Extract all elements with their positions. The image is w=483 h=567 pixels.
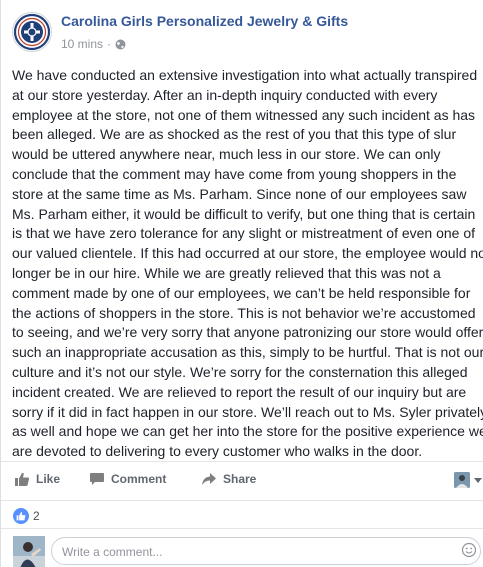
page-logo-avatar[interactable] bbox=[12, 12, 52, 52]
comment-label: Comment bbox=[111, 472, 167, 486]
post-meta: 10 mins · bbox=[61, 37, 126, 51]
comment-input[interactable] bbox=[60, 542, 454, 562]
globe-icon[interactable] bbox=[115, 39, 126, 50]
post-text-line: the actions of shoppers in the store. Th… bbox=[12, 304, 476, 321]
commenter-avatar bbox=[13, 536, 45, 567]
post-timestamp[interactable]: 10 mins bbox=[61, 37, 103, 51]
share-label: Share bbox=[223, 472, 257, 486]
like-button[interactable]: Like bbox=[14, 471, 60, 487]
post-text-line: culture and it’s not our style. We’re so… bbox=[12, 363, 468, 380]
post-text-line: to seeing, and we’re very sorry that any… bbox=[12, 324, 483, 341]
post-text-line: Ms. Parham either, it would be difficult… bbox=[12, 205, 476, 222]
post-as-selector[interactable] bbox=[454, 472, 482, 488]
post-text-line: conclude that the comment may have come … bbox=[12, 165, 457, 182]
meta-separator: · bbox=[107, 37, 112, 51]
reaction-count: 2 bbox=[33, 509, 40, 523]
post-action-bar: Like Comment Share bbox=[1, 461, 483, 501]
post-text-line: such an inappropriate accusation as this… bbox=[12, 344, 483, 361]
comment-button[interactable]: Comment bbox=[89, 471, 166, 487]
post-text-line: been alleged. We are as shocked as the r… bbox=[12, 126, 457, 143]
user-avatar-small bbox=[454, 472, 470, 488]
facebook-post-card: Carolina Girls Personalized Jewelry & Gi… bbox=[0, 0, 483, 567]
share-arrow-icon bbox=[202, 473, 216, 485]
post-text-line: comment made by one of our employees, we… bbox=[12, 284, 471, 301]
like-reaction-icon bbox=[13, 508, 29, 524]
post-text-line: at our store yesterday. After an in-dept… bbox=[12, 86, 438, 103]
post-text-line: incident created. We are relieved to rep… bbox=[12, 383, 467, 400]
post-text-line: would be uttered anywhere near, much les… bbox=[12, 146, 441, 163]
post-header: Carolina Girls Personalized Jewelry & Gi… bbox=[1, 0, 483, 62]
post-text-line: as well and hope we can get her into the… bbox=[12, 423, 483, 440]
post-text-line: We have conducted an extensive investiga… bbox=[12, 67, 478, 83]
post-text-line: is that we have zero tolerance for any s… bbox=[12, 225, 476, 242]
thumbs-up-icon bbox=[15, 472, 30, 486]
share-button[interactable]: Share bbox=[201, 471, 256, 487]
post-body-text: We have conducted an extensive investiga… bbox=[12, 66, 483, 462]
comment-bubble-icon bbox=[90, 473, 104, 485]
post-text-line: store at the same time as Ms. Parham. Si… bbox=[12, 185, 467, 202]
post-text-line: sorry if it did in fact happen in our st… bbox=[12, 403, 483, 420]
post-text-line: longer be in our hire. While we are grea… bbox=[12, 264, 441, 281]
chevron-down-icon bbox=[474, 477, 482, 483]
like-label: Like bbox=[36, 472, 61, 486]
emoji-icon[interactable] bbox=[461, 542, 477, 558]
comment-composer bbox=[1, 528, 483, 567]
post-text-line: are devoted to delivering to every custo… bbox=[12, 443, 423, 460]
reaction-summary[interactable]: 2 bbox=[13, 508, 40, 524]
post-text-line: our valued clientele. If this had occurr… bbox=[12, 245, 483, 262]
comment-input-box[interactable] bbox=[51, 537, 481, 565]
page-name-link[interactable]: Carolina Girls Personalized Jewelry & Gi… bbox=[61, 13, 348, 29]
post-text-line: employee at the store, not one of them w… bbox=[12, 106, 476, 123]
